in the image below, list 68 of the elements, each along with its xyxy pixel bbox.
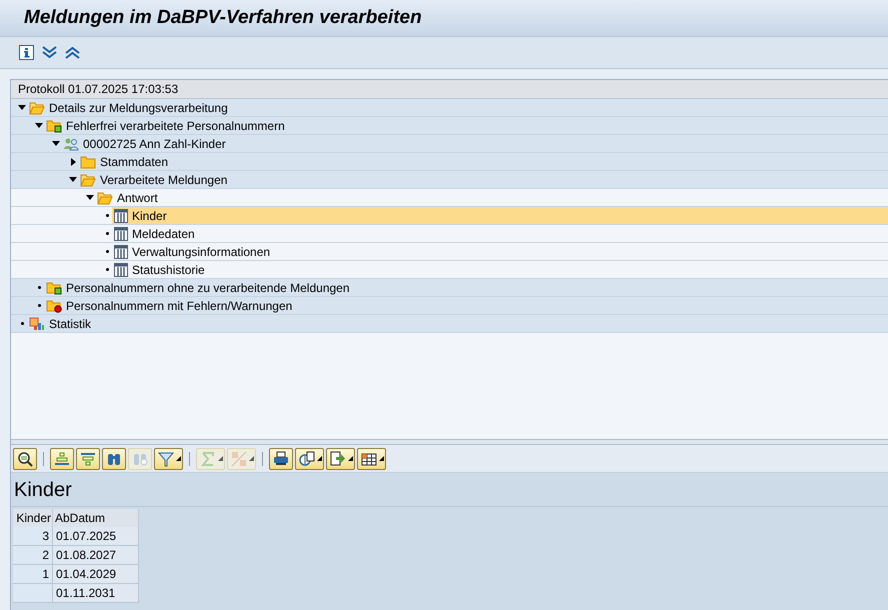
table-cell: 01.07.2025 [53,527,139,545]
list-title: Kinder [14,478,72,502]
expanded-arrow-icon[interactable] [35,123,43,128]
caret-icon [379,456,384,461]
sort-ascending-icon [54,450,70,466]
expanded-arrow-icon[interactable] [18,105,26,110]
table-icon [114,244,128,258]
table-icon [114,208,128,222]
open-folder-icon [80,172,96,186]
chart-icon [29,316,45,330]
table-cell: 2 [13,546,53,564]
folder-status-icon [46,118,62,132]
collapsed-arrow-icon[interactable] [70,158,76,166]
open-folder-icon [29,100,45,114]
table-cell: 3 [13,527,53,545]
caret-icon [176,456,181,461]
folder-status-icon [46,280,62,294]
table-cell: 1 [13,565,53,583]
expanded-arrow-icon[interactable] [86,195,94,200]
leaf-dot-icon [20,322,24,325]
window-title: Meldungen im DaBPV-Verfahren verarbeiten [24,6,422,30]
collapse-all-icon[interactable] [65,45,80,60]
tree-node[interactable]: Statushistorie [112,261,888,278]
printer-icon [273,450,289,466]
tree-node[interactable]: Antwort [95,189,888,206]
leaf-dot-icon [38,304,40,307]
caret-icon [317,456,322,461]
table-cell: 01.08.2027 [53,546,139,564]
caret-icon [218,456,223,461]
open-folder-icon [97,190,113,204]
magnifier-icon [17,450,33,466]
table-icon [114,262,128,276]
info-icon[interactable] [19,45,34,60]
leaf-dot-icon [106,268,108,271]
views-button[interactable] [295,448,324,470]
caret-icon [348,456,353,461]
expand-all-icon[interactable] [42,45,57,60]
caret-icon [249,456,254,461]
filter-icon [158,450,174,466]
export-button[interactable] [326,448,355,470]
grid-layout-icon [361,450,377,466]
views-icon [299,450,315,466]
subtotal-icon [231,450,247,466]
layout-button[interactable] [357,448,386,470]
expanded-arrow-icon[interactable] [69,177,77,182]
leaf-dot-icon [106,250,108,253]
log-header: Protokoll 01.07.2025 17:03:53 [11,80,888,99]
people-icon [63,136,79,150]
sum-icon [200,450,216,466]
leaf-dot-icon [106,214,108,217]
sort-desc-button[interactable] [76,448,100,470]
find-button[interactable] [102,448,126,470]
leaf-dot-icon [38,286,40,289]
tree-node[interactable]: Meldedaten [112,225,888,242]
details-button[interactable] [13,448,37,470]
sort-asc-button[interactable] [50,448,74,470]
expanded-arrow-icon[interactable] [52,141,60,146]
tree-node[interactable]: Verwaltungsinformationen [112,243,888,260]
folder-error-icon [46,298,62,312]
leaf-dot-icon [106,232,108,235]
filter-button[interactable] [154,448,183,470]
sort-descending-icon [80,450,96,466]
table-cell: 01.04.2029 [53,565,139,583]
print-button[interactable] [269,448,293,470]
table-icon [114,226,128,240]
export-icon [330,450,346,466]
tree-node[interactable]: Kinder [112,207,888,224]
table-cell: 01.11.2031 [53,584,139,602]
